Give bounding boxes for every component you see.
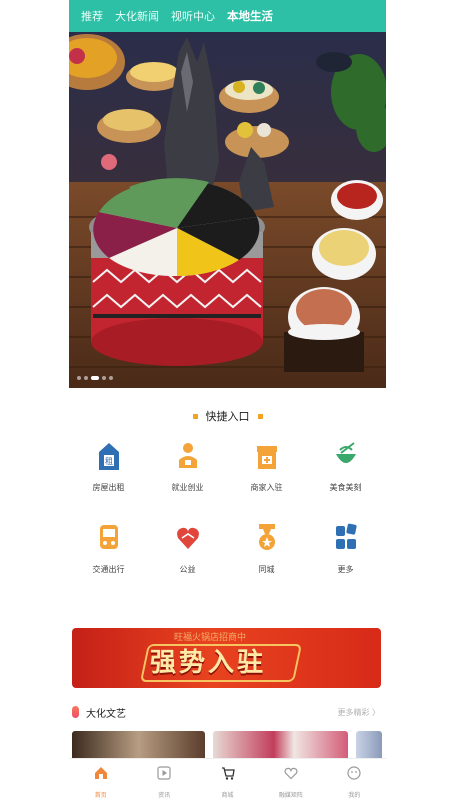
carousel-dot-active[interactable] xyxy=(91,376,99,380)
tab-recommend[interactable]: 推荐 xyxy=(81,8,103,24)
job-person-icon xyxy=(178,443,197,468)
tab-local-life[interactable]: 本地生活 xyxy=(227,8,273,24)
entry-label: 就业创业 xyxy=(171,483,204,492)
tab-label: 首页 xyxy=(94,792,107,799)
tab-label: 融媒矩阵 xyxy=(278,792,303,799)
entry-food[interactable]: 美食美刻 xyxy=(306,440,385,493)
tab-home[interactable]: 首页 xyxy=(69,759,132,800)
store-join-icon xyxy=(256,446,277,469)
carousel-dot[interactable] xyxy=(77,376,81,380)
tab-mall[interactable]: 商城 xyxy=(196,759,259,800)
tab-dahua-news[interactable]: 大化新闻 xyxy=(115,8,159,24)
carousel-dot[interactable] xyxy=(109,376,113,380)
ad-banner[interactable]: 旺福火锅店招商中 强势入驻 xyxy=(72,628,381,688)
more-link[interactable]: 更多精彩 〉 xyxy=(337,707,380,718)
ad-main-text: 强势入驻 xyxy=(150,648,267,678)
title-decor-square xyxy=(257,413,263,419)
entry-label: 同城 xyxy=(258,565,275,574)
home-icon xyxy=(94,767,107,779)
culture-thumb[interactable] xyxy=(72,731,205,761)
entry-label: 商家入驻 xyxy=(250,483,283,492)
culture-section-title: 大化文艺 xyxy=(86,709,126,720)
top-nav: 推荐 大化新闻 视听中心 本地生活 xyxy=(69,0,386,32)
food-bowl-icon xyxy=(335,442,356,463)
video-play-icon xyxy=(157,766,171,780)
culture-thumb[interactable] xyxy=(213,731,348,761)
culture-thumbnails xyxy=(69,731,386,761)
medal-icon xyxy=(258,524,275,550)
bottom-tab-bar: 首页 资讯 商城 融媒矩阵 我的 xyxy=(69,758,386,800)
tab-label: 资讯 xyxy=(158,792,171,799)
tab-news[interactable]: 资讯 xyxy=(132,759,195,800)
carousel-dots xyxy=(77,376,113,380)
culture-section-header: 大化文艺 更多精彩 〉 xyxy=(69,703,386,721)
quick-entry-title: 快捷入口 xyxy=(205,410,250,423)
entry-label: 更多 xyxy=(337,565,354,574)
entry-employment[interactable]: 就业创业 xyxy=(148,440,227,493)
entry-label: 房屋出租 xyxy=(92,483,125,492)
culture-thumb[interactable] xyxy=(356,731,382,761)
more-grid-icon xyxy=(335,523,357,549)
carousel-dot[interactable] xyxy=(102,376,106,380)
entry-label: 公益 xyxy=(179,565,196,574)
bus-icon xyxy=(99,525,118,549)
profile-icon xyxy=(347,766,361,780)
entry-more[interactable]: 更多 xyxy=(306,522,385,575)
banner-carousel[interactable] xyxy=(69,32,386,388)
entry-merchant[interactable]: 商家入驻 xyxy=(227,440,306,493)
shopping-cart-icon xyxy=(221,767,235,780)
banner-image xyxy=(69,32,386,388)
entry-same-city[interactable]: 同城 xyxy=(227,522,306,575)
entry-transport[interactable]: 交通出行 xyxy=(69,522,148,575)
carousel-dot[interactable] xyxy=(84,376,88,380)
media-heart-icon xyxy=(284,767,298,780)
tab-mine[interactable]: 我的 xyxy=(323,759,386,800)
charity-heart-icon xyxy=(176,527,199,549)
entry-label: 交通出行 xyxy=(92,565,125,574)
entry-house-rent[interactable]: 租 房屋出租 xyxy=(69,440,148,493)
tab-label: 商城 xyxy=(221,792,234,799)
app-screen: 推荐 大化新闻 视听中心 本地生活 快捷入口 租 房屋出租 就业创业 商家入驻 … xyxy=(69,0,386,800)
tab-label: 我的 xyxy=(348,792,361,799)
tab-av-center[interactable]: 视听中心 xyxy=(171,8,215,24)
entry-label: 美食美刻 xyxy=(329,483,362,492)
quick-entry-heading: 快捷入口 xyxy=(69,408,386,424)
entry-charity[interactable]: 公益 xyxy=(148,522,227,575)
house-rent-icon: 租 xyxy=(98,443,119,470)
section-marker xyxy=(72,706,79,718)
title-decor-square xyxy=(192,413,198,419)
tab-media-matrix[interactable]: 融媒矩阵 xyxy=(259,759,322,800)
svg-text:租: 租 xyxy=(105,457,113,466)
